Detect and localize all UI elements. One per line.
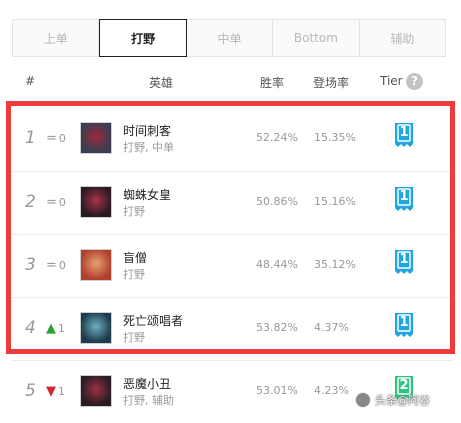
tier-value: 1 — [399, 252, 409, 267]
tier-badge: 1 — [393, 186, 415, 214]
table-header: # 英雄 胜率 登场率 Tier ? — [0, 70, 461, 92]
rank-change-value: 0 — [58, 196, 66, 209]
hero-roles: 打野, 中单 — [123, 141, 174, 154]
tab-2[interactable]: 中单 — [187, 20, 274, 56]
tab-4[interactable]: 辅助 — [360, 20, 445, 56]
table-row[interactable]: 2 = 0 蜘蛛女皇打野 50.86% 15.16% 1 — [12, 171, 452, 234]
tab-0[interactable]: 上单 — [13, 20, 100, 56]
rank-change: = 0 — [46, 131, 66, 146]
watermark-text: 头条@阿谷 — [375, 394, 430, 407]
rank-number: 2 — [25, 192, 36, 212]
rank-change-value: 1 — [58, 385, 65, 398]
hero-avatar[interactable] — [80, 249, 112, 281]
win-rate: 48.44% — [256, 258, 298, 271]
tab-3[interactable]: Bottom — [273, 20, 360, 56]
table-row[interactable]: 1 = 0 时间刺客打野, 中单 52.24% 15.35% 1 — [12, 108, 452, 171]
hero-roles: 打野 — [123, 268, 145, 281]
role-tabs: 上单 打野 中单 Bottom 辅助 — [12, 19, 446, 57]
winrate-column-header[interactable]: 胜率 — [260, 74, 284, 91]
rank-change-up-icon: ▲ — [46, 321, 56, 336]
win-rate: 53.82% — [256, 321, 298, 334]
watermark: 头条@阿谷 — [355, 390, 430, 410]
hero-avatar[interactable] — [80, 186, 112, 218]
pick-rate: 15.35% — [314, 131, 356, 144]
hero-avatar[interactable] — [80, 312, 112, 344]
rank-change-value: 0 — [58, 132, 66, 145]
hero-column-header[interactable]: 英雄 — [149, 74, 173, 91]
rank-number: 5 — [25, 381, 36, 401]
hero-list: 1 = 0 时间刺客 打野, 中单 52.24% 15.35% 1 2 = 0 蜘蛛女皇 打野 50.86… — [12, 108, 452, 423]
pick-rate: 4.23% — [314, 384, 349, 397]
hero-roles: 打野, 辅助 — [123, 394, 174, 407]
rank-number: 4 — [25, 318, 36, 338]
hero-avatar[interactable] — [80, 122, 112, 154]
hero-name[interactable]: 时间刺客 — [123, 122, 171, 139]
rank-column-header: # — [25, 74, 36, 88]
watermark-logo-icon — [355, 392, 371, 408]
table-row[interactable]: 3 = 0 盲僧打野 48.44% 35.12% 1 — [12, 234, 452, 297]
hero-name[interactable]: 蜘蛛女皇 — [123, 186, 171, 203]
hero-name[interactable]: 恶魔小丑 — [123, 375, 171, 392]
tier-column-header[interactable]: Tier — [380, 74, 403, 88]
rank-change-down-icon: ▼ — [46, 384, 56, 399]
hero-roles: 打野 — [123, 205, 145, 218]
pick-rate: 15.16% — [314, 195, 356, 208]
win-rate: 53.01% — [256, 384, 298, 397]
rank-change-value: 1 — [58, 322, 65, 335]
rank-change-equal-icon: = — [46, 131, 57, 146]
hero-roles: 打野 — [123, 331, 145, 344]
help-icon[interactable]: ? — [406, 73, 423, 90]
rank-change-value: 0 — [58, 259, 66, 272]
rank-change: = 0 — [46, 195, 66, 210]
tier-value: 1 — [399, 125, 409, 140]
tier-value: 1 — [399, 315, 409, 330]
table-row[interactable]: 4 ▲ 1 死亡颂唱者 打野 53.82% 4.37% 1 — [12, 297, 452, 360]
pick-rate: 4.37% — [314, 321, 349, 334]
pickrate-column-header[interactable]: 登场率 — [313, 74, 349, 91]
rank-change-equal-icon: = — [46, 258, 57, 273]
tab-1[interactable]: 打野 — [99, 19, 187, 57]
tier-badge: 1 — [393, 312, 415, 340]
tier-badge: 1 — [393, 249, 415, 277]
tier-value: 1 — [399, 189, 409, 204]
rank-number: 1 — [25, 128, 36, 148]
rank-change-equal-icon: = — [46, 195, 57, 210]
pick-rate: 35.12% — [314, 258, 356, 271]
rank-number: 3 — [25, 255, 36, 275]
hero-name[interactable]: 死亡颂唱者 — [123, 312, 183, 329]
rank-change: = 0 — [46, 258, 66, 273]
win-rate: 50.86% — [256, 195, 298, 208]
hero-name[interactable]: 盲僧 — [123, 249, 147, 266]
win-rate: 52.24% — [256, 131, 298, 144]
hero-avatar[interactable] — [80, 375, 112, 407]
rank-change: ▼ 1 — [46, 384, 65, 399]
rank-change: ▲ 1 — [46, 321, 65, 336]
tier-badge: 1 — [393, 122, 415, 150]
